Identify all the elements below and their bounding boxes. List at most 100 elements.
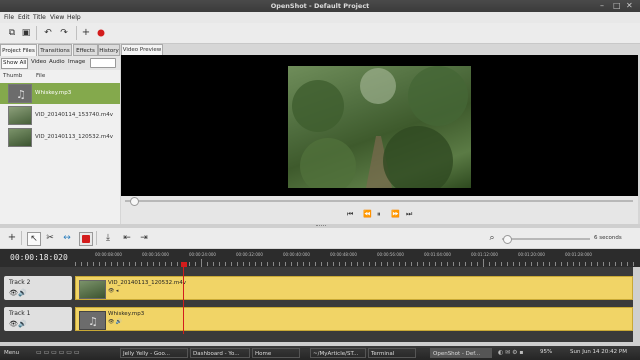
menu-file[interactable]: File (4, 14, 14, 21)
snapping-icon[interactable] (79, 232, 93, 246)
timeline-scrollbar[interactable] (633, 267, 640, 342)
ruler-tick (117, 262, 118, 266)
ruler-tick (189, 262, 190, 266)
column-file[interactable]: File (36, 73, 45, 79)
new-project-icon[interactable]: ⧉ (6, 27, 18, 39)
filter-show-all[interactable]: Show All (1, 58, 29, 69)
ruler-tick (585, 262, 586, 266)
scrubber-handle[interactable] (130, 197, 139, 206)
tab-effects[interactable]: Effects (73, 44, 98, 56)
ruler-tick (501, 262, 502, 266)
jump-start-icon[interactable]: ⏮ (347, 210, 353, 219)
video-frame (288, 66, 471, 188)
tab-history[interactable]: History (98, 44, 120, 56)
track-lane[interactable]: ♫ Whiskey.mp3 👁 🔊 (75, 307, 633, 331)
task-browser[interactable]: Jelly Yelly - Goo... (120, 348, 188, 358)
pause-icon[interactable]: ⏸ (377, 210, 381, 219)
column-thumb[interactable]: Thumb (3, 73, 22, 79)
video-thumbnail (8, 106, 32, 125)
ruler-tick (75, 262, 76, 266)
ruler-tick (609, 262, 610, 266)
timeline-ruler[interactable]: 00:00:08:000 00:00:16:000 00:00:24:000 00:0… (75, 249, 640, 267)
ruler-tick (465, 262, 466, 266)
select-tool-icon[interactable]: ↖ (27, 232, 41, 246)
task-home[interactable]: Home (252, 348, 300, 358)
track-name: Track 1 (9, 310, 31, 317)
ruler-tick (351, 262, 352, 266)
task-terminal[interactable]: Terminal (368, 348, 416, 358)
add-marker-icon[interactable]: ⤓ (102, 232, 114, 244)
clip-visibility-icon[interactable]: 👁 🔊 (108, 319, 122, 325)
zoom-slider-handle[interactable] (503, 235, 512, 244)
menu-view[interactable]: View (50, 14, 64, 21)
ruler-tick-label: 00:00:16:000 (142, 252, 169, 257)
file-row[interactable]: VID_20140113_120532.m4v (0, 127, 120, 148)
preview-scrubber[interactable] (121, 196, 638, 206)
ruler-tick (603, 262, 604, 266)
ruler-tick (93, 262, 94, 266)
maximize-icon[interactable]: □ (613, 1, 621, 10)
next-marker-icon[interactable]: ⇥ (138, 232, 150, 244)
file-row[interactable]: ♫ Whiskey.mp3 (0, 83, 120, 104)
eye-icon[interactable]: 👁 (9, 320, 18, 328)
speaker-icon[interactable]: 🔊 (18, 320, 27, 328)
ruler-tick (213, 262, 214, 266)
jump-end-icon[interactable]: ⏭ (406, 210, 412, 219)
fast-forward-icon[interactable]: ⏩ (391, 210, 400, 218)
ruler-tick (531, 262, 532, 266)
ruler-tick (399, 262, 400, 266)
ruler-tick-label: 00:00:32:000 (236, 252, 263, 257)
close-icon[interactable]: ✕ (626, 1, 633, 10)
resize-tool-icon[interactable]: ↔ (61, 232, 73, 244)
undo-icon[interactable]: ↶ (42, 27, 54, 39)
tab-project-files[interactable]: Project Files (0, 44, 37, 56)
ruler-tick (249, 262, 250, 266)
add-track-icon[interactable]: + (6, 232, 18, 244)
clip-visibility-icon[interactable]: 👁 ◂ (108, 288, 118, 294)
rewind-icon[interactable]: ⏪ (363, 210, 372, 218)
svg-text:♫: ♫ (88, 315, 98, 328)
minimize-icon[interactable]: – (600, 1, 604, 10)
previous-marker-icon[interactable]: ⇤ (121, 232, 133, 244)
battery-level[interactable]: 95% (540, 349, 552, 355)
filter-video[interactable]: Video (30, 58, 47, 67)
tray-icons[interactable]: ◐ ✉ ⚙ ▪ (498, 349, 523, 356)
export-video-icon[interactable] (95, 27, 107, 39)
zoom-slider[interactable] (502, 238, 590, 240)
quick-launch-icons[interactable]: ▭ ▭ ▭ ▭ ▭ ▭ (36, 349, 80, 356)
ruler-tick (633, 262, 634, 266)
filter-audio[interactable]: Audio (48, 58, 66, 67)
save-project-icon[interactable]: ▣ (20, 27, 32, 39)
track-lane[interactable]: VID_20140113_120532.m4v 👁 ◂ (75, 276, 633, 300)
ruler-tick (105, 262, 106, 266)
start-menu[interactable]: Menu (2, 348, 32, 358)
task-openshot[interactable]: OpenShot - Def... (430, 348, 492, 358)
ruler-tick (471, 262, 472, 266)
task-folder[interactable]: ~/MyArticle/ST... (310, 348, 366, 358)
eye-icon[interactable]: 👁 (9, 289, 18, 297)
filter-search-input[interactable] (90, 58, 116, 68)
menu-edit[interactable]: Edit (18, 14, 30, 21)
tab-transitions[interactable]: Transitions (38, 44, 72, 56)
redo-icon[interactable]: ↷ (58, 27, 70, 39)
timeline-clip[interactable]: ♫ Whiskey.mp3 👁 🔊 (77, 309, 184, 330)
clip-name: VID_20140113_120532.m4v (108, 280, 186, 286)
add-file-icon[interactable]: + (80, 27, 92, 39)
ruler-tick (435, 262, 436, 266)
menu-help[interactable]: Help (67, 14, 81, 21)
ruler-tick (129, 262, 130, 266)
file-row[interactable]: VID_20140114_153740.m4v (0, 105, 120, 126)
speaker-icon[interactable]: 🔊 (18, 289, 27, 297)
tab-video-preview[interactable]: Video Preview (121, 44, 163, 55)
clock[interactable]: Sun Jun 14 20:42 PM (570, 349, 627, 355)
razor-tool-icon[interactable]: ✂ (44, 232, 56, 244)
ruler-tick (357, 262, 358, 266)
ruler-tick (303, 262, 304, 266)
filter-image[interactable]: Image (67, 58, 86, 67)
ruler-tick (591, 262, 592, 266)
menu-title[interactable]: Title (33, 14, 46, 21)
task-dashboard[interactable]: Dashboard - Yo... (190, 348, 250, 358)
track-header: Track 2 👁 🔊 (4, 276, 72, 300)
timeline-clip[interactable]: VID_20140113_120532.m4v 👁 ◂ (77, 278, 186, 299)
ruler-tick (615, 262, 616, 266)
